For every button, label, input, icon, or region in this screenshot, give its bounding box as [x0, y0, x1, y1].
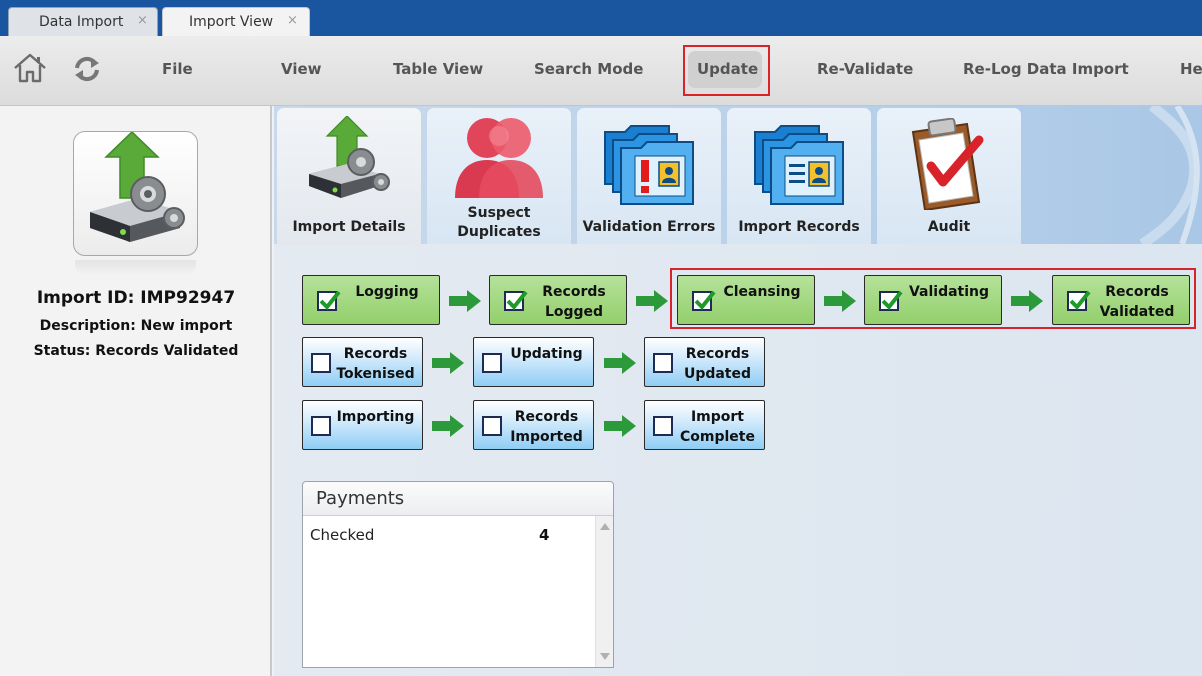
checkbox: [482, 416, 502, 436]
relog-data-import-button[interactable]: Re-Log Data Import: [963, 60, 1129, 78]
tab-label: Audit: [927, 219, 971, 235]
title-bar: Data Import × Import View ×: [0, 0, 1202, 36]
step-records-tokenised: Records Tokenised: [302, 337, 423, 387]
refresh-icon[interactable]: [72, 55, 102, 87]
update-button[interactable]: Update: [697, 60, 758, 78]
step-updating: Updating: [473, 337, 594, 387]
step-label: Import Complete: [680, 409, 755, 445]
people-icon: [451, 114, 547, 202]
checkbox: [317, 290, 341, 311]
folder-alert-icon: [599, 120, 699, 212]
tab-audit[interactable]: Audit: [877, 108, 1021, 244]
server-upload-icon: [303, 115, 395, 210]
tab-import-details[interactable]: Import Details: [277, 108, 421, 246]
home-icon[interactable]: [12, 51, 48, 89]
payments-title: Payments: [303, 482, 613, 516]
doc-tab-label: Import View: [189, 14, 274, 30]
toolbar: File View Table View Search Mode Update …: [0, 36, 1202, 106]
scroll-up-icon[interactable]: [600, 523, 610, 530]
payment-row-label: Checked: [310, 526, 375, 544]
folder-records-icon: [749, 120, 849, 212]
step-importing: Importing: [302, 400, 423, 450]
background-decoration-icon: [1139, 106, 1200, 244]
doc-tab-label: Data Import: [39, 14, 124, 30]
step-label: Records Updated: [683, 346, 752, 382]
step-records-logged: Records Logged: [489, 275, 627, 325]
checkbox: [504, 290, 528, 311]
step-label: Importing: [336, 409, 415, 425]
checkbox: [482, 353, 502, 373]
icon-reflection: [75, 260, 196, 276]
validation-highlight: [670, 268, 1196, 329]
import-description: Description: New import: [39, 318, 233, 334]
file-menu[interactable]: File: [162, 60, 193, 78]
view-tab-strip: Import Details Suspect Duplicates Valida…: [274, 106, 1202, 246]
tab-label: Import Details: [292, 219, 406, 235]
payments-panel: Payments Checked 4: [302, 481, 614, 668]
server-upload-icon: [73, 130, 198, 256]
step-import-complete: Import Complete: [644, 400, 765, 450]
tab-label: Suspect Duplicates: [457, 205, 541, 240]
main-panel: Import Details Suspect Duplicates Valida…: [274, 106, 1202, 676]
doc-tab-import-view[interactable]: Import View ×: [162, 7, 310, 36]
tab-suspect-duplicates[interactable]: Suspect Duplicates: [427, 108, 571, 244]
tab-import-records[interactable]: Import Records: [727, 108, 871, 244]
doc-tab-data-import[interactable]: Data Import ×: [8, 7, 158, 36]
step-label: Updating: [510, 346, 583, 362]
clipboard-check-icon: [905, 117, 995, 214]
arrow-right-icon: [449, 290, 481, 312]
scroll-down-icon[interactable]: [600, 653, 610, 660]
checkbox: [653, 416, 673, 436]
tab-label: Validation Errors: [582, 219, 716, 235]
import-id: Import ID: IMP92947: [36, 288, 236, 308]
import-status: Status: Records Validated: [33, 343, 239, 359]
arrow-right-icon: [604, 415, 636, 437]
table-view-button[interactable]: Table View: [393, 60, 483, 78]
help-menu[interactable]: Help: [1180, 60, 1202, 78]
arrow-right-icon: [604, 352, 636, 374]
payment-row-value: 4: [539, 526, 550, 544]
search-mode-button[interactable]: Search Mode: [534, 60, 643, 78]
payments-scrollbar[interactable]: [595, 516, 613, 667]
arrow-right-icon: [636, 290, 668, 312]
step-records-imported: Records Imported: [473, 400, 594, 450]
checkbox: [311, 353, 331, 373]
step-label: Logging: [355, 284, 419, 300]
close-icon[interactable]: ×: [137, 13, 148, 28]
step-label: Records Tokenised: [336, 346, 415, 382]
checkbox: [653, 353, 673, 373]
arrow-right-icon: [432, 352, 464, 374]
arrow-right-icon: [432, 415, 464, 437]
close-icon[interactable]: ×: [287, 13, 298, 28]
checkbox: [311, 416, 331, 436]
import-summary-pane: Import ID: IMP92947 Description: New imp…: [0, 106, 272, 676]
tab-validation-errors[interactable]: Validation Errors: [577, 108, 721, 244]
step-label: Records Imported: [510, 409, 583, 445]
step-records-updated: Records Updated: [644, 337, 765, 387]
view-menu[interactable]: View: [281, 60, 322, 78]
step-logging: Logging: [302, 275, 440, 325]
tab-label: Import Records: [738, 219, 860, 235]
revalidate-button[interactable]: Re-Validate: [817, 60, 913, 78]
step-label: Records Logged: [542, 284, 606, 320]
